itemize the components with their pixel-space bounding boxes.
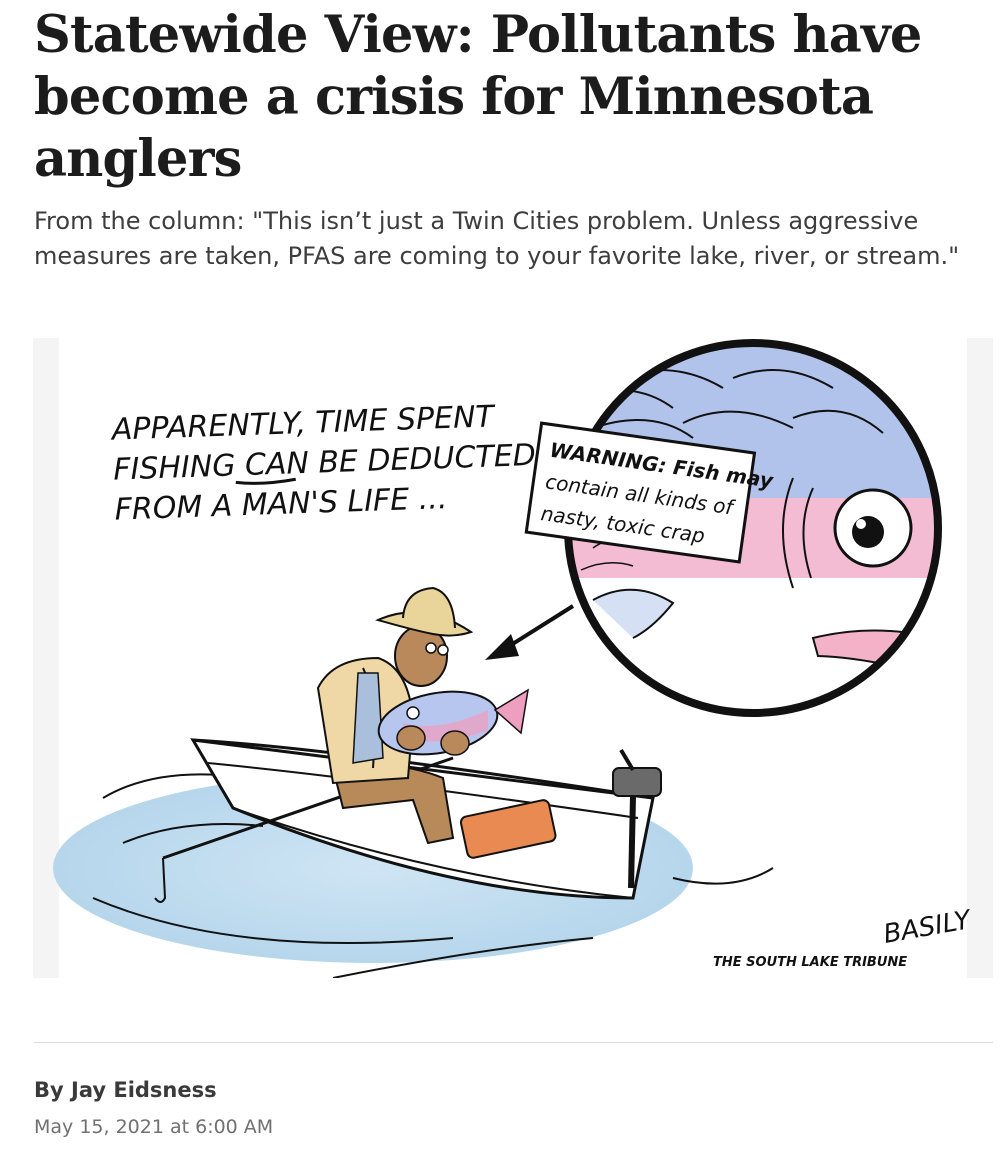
byline-divider bbox=[34, 1042, 993, 1043]
outboard-motor bbox=[612, 767, 662, 797]
author-name-link[interactable]: Jay Eidsness bbox=[71, 1078, 217, 1102]
editorial-cartoon: APPARENTLY, TIME SPENT FISHING CAN BE DE… bbox=[33, 338, 993, 978]
cartoon-illustration: APPARENTLY, TIME SPENT FISHING CAN BE DE… bbox=[53, 338, 975, 978]
byline-prefix: By bbox=[34, 1078, 72, 1102]
publication-credit: THE SOUTH LAKE TRIBUNE bbox=[713, 955, 907, 970]
article-headline: Statewide View: Pollutants have become a… bbox=[34, 5, 922, 189]
article-dek: From the column: "This isn’t just a Twin… bbox=[34, 207, 960, 270]
publish-date: May 15, 2021 at 6:00 AM bbox=[34, 1116, 274, 1138]
byline: By Jay Eidsness bbox=[34, 1078, 217, 1102]
